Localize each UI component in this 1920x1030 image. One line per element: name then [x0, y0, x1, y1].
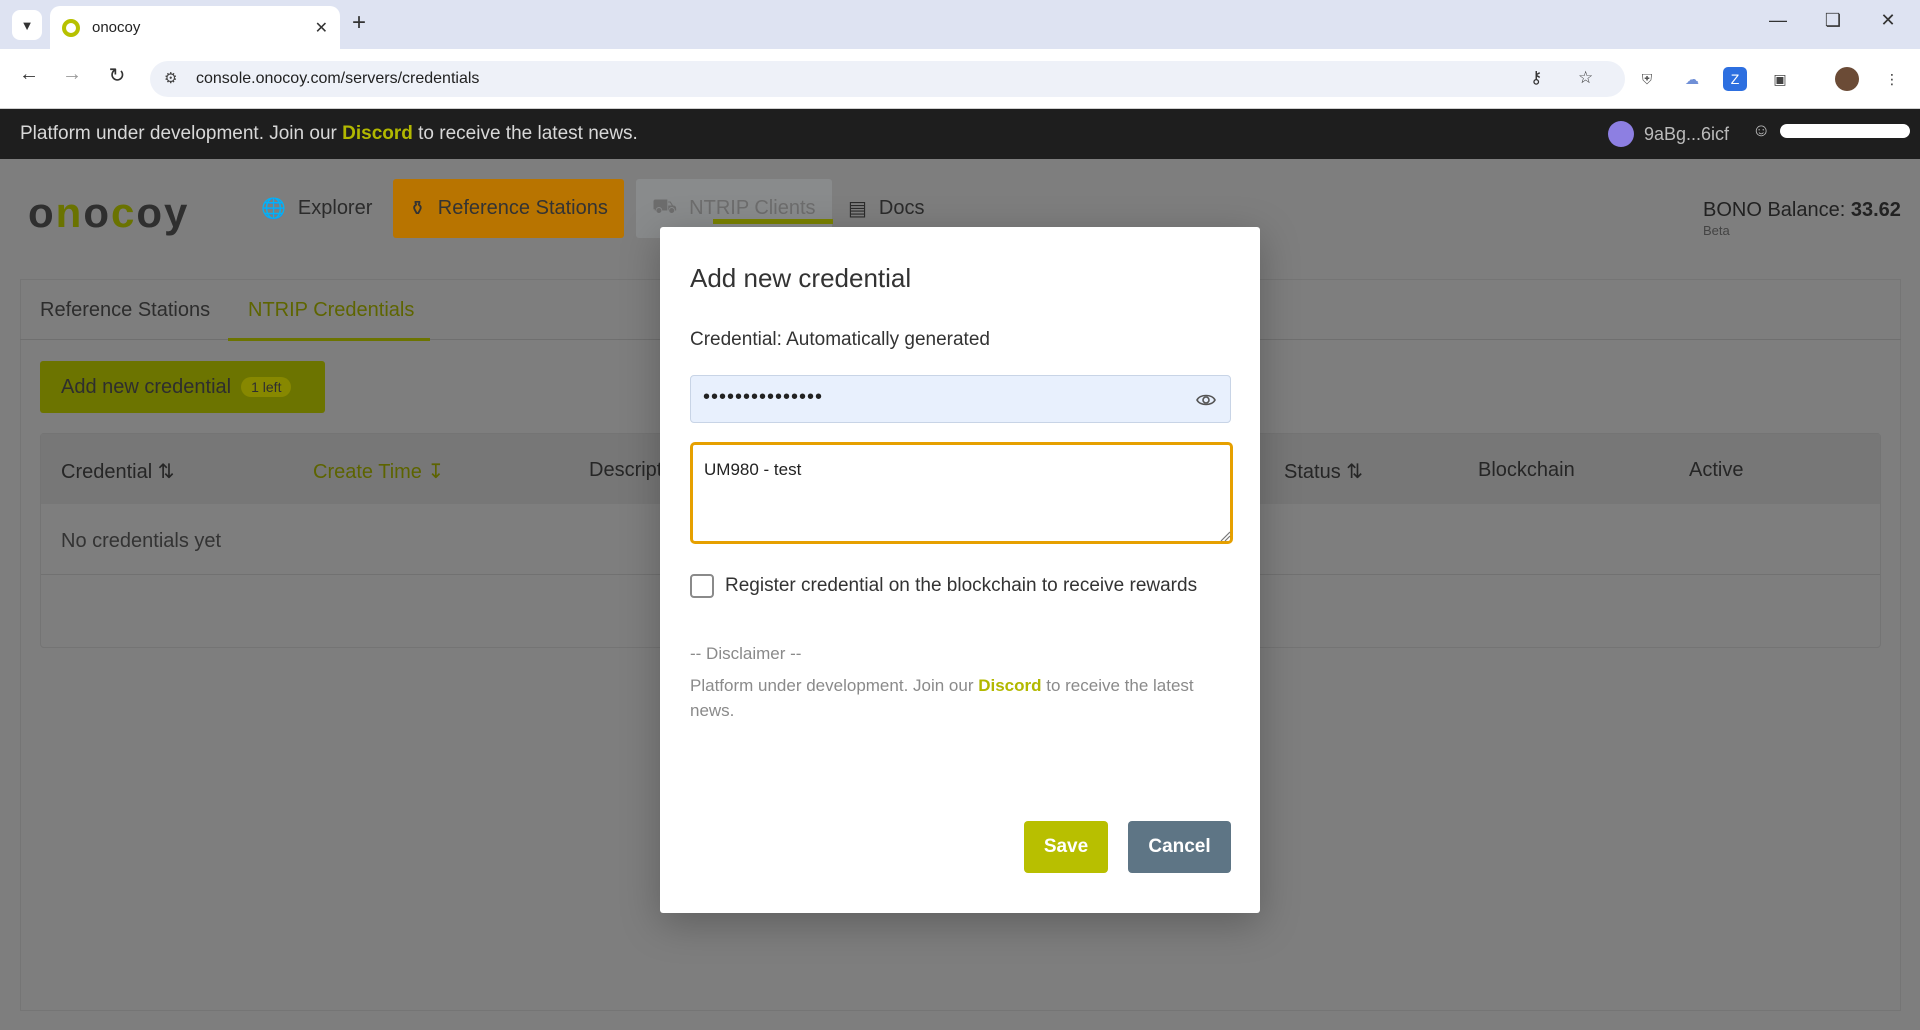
nav-explorer-label: Explorer	[297, 197, 373, 219]
beta-label: Beta	[1703, 223, 1730, 238]
disclaimer-heading: -- Disclaimer --	[690, 644, 802, 663]
antenna-icon: ⚱	[409, 198, 426, 220]
user-menu[interactable]: ☺	[1752, 120, 1911, 141]
document-icon: ▤	[848, 198, 867, 220]
nav-ntrip-clients-label: NTRIP Clients	[689, 197, 816, 219]
new-tab-icon[interactable]: +	[352, 9, 366, 37]
save-button[interactable]: Save	[1024, 821, 1108, 873]
wallet-text: 9aBg...6icf	[1644, 123, 1730, 144]
minimize-icon[interactable]: —	[1763, 10, 1793, 31]
z-extension-icon[interactable]: Z	[1723, 67, 1747, 91]
url-text: console.onocoy.com/servers/credentials	[196, 70, 480, 87]
close-tab-icon[interactable]: ✕	[315, 18, 328, 38]
nav-reference-stations-label: Reference Stations	[437, 197, 608, 219]
empty-state-text: No credentials yet	[61, 530, 222, 552]
redacted-username	[1780, 123, 1911, 138]
address-bar[interactable]: ⚙ console.onocoy.com/servers/credentials…	[150, 61, 1625, 97]
back-icon[interactable]: ←	[14, 63, 44, 86]
extensions-puzzle-icon[interactable]: ▣	[1768, 67, 1792, 91]
bono-balance-value: 33.62	[1850, 199, 1901, 221]
tab-title: onocoy	[92, 19, 141, 36]
column-credential-label: Credential	[61, 461, 153, 483]
announcement-prefix: Platform under development. Join our	[20, 123, 343, 144]
discord-link[interactable]: Discord	[342, 123, 413, 144]
wallet-icon	[1608, 121, 1634, 147]
dialog-title: Add new credential	[690, 263, 912, 293]
resize-grip-icon[interactable]	[1219, 530, 1231, 542]
globe-icon: 🌐	[261, 198, 286, 220]
reload-icon[interactable]: ↻	[102, 63, 132, 88]
credentials-left-badge: 1 left	[241, 377, 292, 397]
disclaimer-prefix: Platform under development. Join our	[690, 676, 979, 695]
column-active[interactable]: Active	[1689, 459, 1743, 482]
rover-icon: ⛟	[652, 196, 678, 218]
add-credential-button[interactable]: Add new credential 1 left	[40, 361, 325, 413]
browser-tabstrip: ▼ onocoy ✕ + — ❏ ✕	[0, 0, 1920, 49]
subtab-active-underline	[228, 338, 430, 341]
add-credential-label: Add new credential	[61, 375, 232, 398]
bono-balance-label: BONO Balance:	[1703, 199, 1846, 221]
browser-menu-icon[interactable]: ⋮	[1880, 67, 1904, 91]
wallet-address[interactable]: 9aBg...6icf	[1608, 121, 1729, 147]
tab-ntrip-credentials[interactable]: NTRIP Credentials	[248, 299, 414, 322]
register-blockchain-label[interactable]: Register credential on the blockchain to…	[725, 575, 1197, 597]
password-mask: •••••••••••••••	[703, 386, 824, 408]
nav-docs-label: Docs	[878, 197, 925, 219]
cloud-extension-icon[interactable]: ☁	[1680, 67, 1704, 91]
user-icon: ☺	[1752, 120, 1771, 140]
restore-icon[interactable]: ❏	[1818, 10, 1848, 31]
credential-password-field[interactable]: •••••••••••••••	[690, 375, 1231, 423]
browser-tab[interactable]: onocoy ✕	[50, 6, 340, 49]
tab-search-icon[interactable]: ▼	[12, 10, 42, 40]
disclaimer-text: Platform under development. Join our Dis…	[690, 673, 1230, 723]
column-credential[interactable]: Credential ⇅	[61, 459, 175, 484]
column-status[interactable]: Status ⇅	[1284, 459, 1363, 484]
browser-toolbar: ← → ↻ ⚙ console.onocoy.com/servers/crede…	[0, 49, 1920, 109]
site-info-icon[interactable]: ⚙	[164, 69, 177, 87]
sort-descending-icon: ↧	[427, 461, 445, 483]
bookmark-star-icon[interactable]: ☆	[1578, 68, 1593, 88]
register-blockchain-checkbox[interactable]	[690, 574, 714, 598]
column-description[interactable]: Descript	[589, 459, 662, 482]
profile-avatar[interactable]	[1835, 67, 1859, 91]
nav-reference-stations[interactable]: ⚱ Reference Stations	[393, 179, 624, 238]
description-textarea[interactable]: UM980 - test	[690, 442, 1233, 544]
nav-active-underline	[713, 219, 833, 224]
onocoy-logo[interactable]: onocoy	[28, 189, 189, 237]
bono-balance: BONO Balance: 33.62	[1703, 199, 1901, 222]
cancel-button[interactable]: Cancel	[1128, 821, 1231, 873]
announcement-suffix: to receive the latest news.	[412, 123, 638, 144]
onocoy-favicon-icon	[62, 18, 80, 37]
column-blockchain[interactable]: Blockchain	[1478, 459, 1575, 482]
credential-label: Credential: Automatically generated	[690, 329, 990, 350]
forward-icon[interactable]: →	[57, 63, 87, 86]
add-credential-dialog: Add new credential Credential: Automatic…	[660, 227, 1260, 913]
tab-reference-stations[interactable]: Reference Stations	[40, 299, 210, 322]
password-key-icon[interactable]: ⚷	[1530, 68, 1542, 88]
nav-explorer[interactable]: 🌐 Explorer	[245, 179, 388, 238]
column-create-time[interactable]: Create Time ↧	[313, 459, 444, 484]
column-create-time-label: Create Time	[313, 461, 422, 483]
shield-extension-icon[interactable]: ⛨	[1635, 67, 1659, 91]
sort-icon: ⇅	[1346, 461, 1364, 483]
disclaimer-discord-link[interactable]: Discord	[978, 676, 1041, 695]
sort-icon: ⇅	[157, 461, 175, 483]
announcement-bar: Platform under development. Join our Dis…	[0, 109, 1920, 159]
announcement-text: Platform under development. Join our Dis…	[20, 123, 638, 145]
show-password-eye-icon[interactable]	[1196, 390, 1216, 410]
window-close-icon[interactable]: ✕	[1873, 10, 1903, 31]
column-status-label: Status	[1284, 461, 1341, 483]
